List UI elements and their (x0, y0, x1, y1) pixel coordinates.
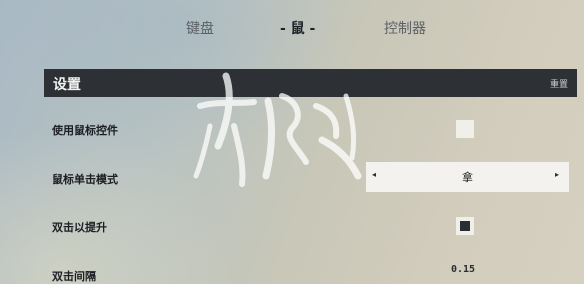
mouse-click-mode-select[interactable]: ◂ 拿 ▸ (366, 162, 569, 192)
settings-title: 设置 (53, 77, 81, 93)
watermark-logo (193, 72, 362, 187)
use-mouse-controls-checkbox[interactable] (456, 120, 474, 138)
tab-mouse[interactable]: - 鼠 - (280, 18, 315, 38)
tab-bar: 键盘 - 鼠 - 控制器 (0, 18, 584, 40)
reset-button[interactable]: 重置 (550, 77, 568, 90)
use-mouse-controls-label: 使用鼠标控件 (52, 124, 118, 137)
checkbox-check-mark (460, 221, 470, 231)
double-click-interval-value: 0.15 (451, 264, 476, 275)
double-click-interval-label: 双击间隔 (52, 270, 96, 283)
tab-controller[interactable]: 控制器 (384, 18, 426, 38)
tab-keyboard[interactable]: 键盘 (186, 18, 214, 38)
double-click-raise-checkbox[interactable] (456, 217, 474, 235)
select-right-arrow-icon[interactable]: ▸ (555, 170, 559, 179)
mouse-click-mode-value: 拿 (462, 171, 473, 184)
double-click-raise-label: 双击以提升 (52, 221, 107, 234)
mouse-click-mode-label: 鼠标单击模式 (52, 173, 118, 186)
